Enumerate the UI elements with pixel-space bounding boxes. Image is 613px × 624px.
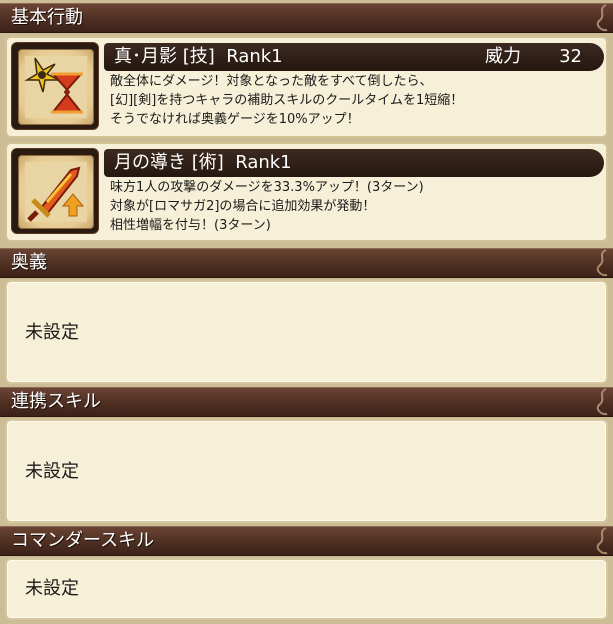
section-header-commander: コマンダースキル [0,526,613,556]
skill-description: 敵全体にダメージ！対象となった敵をすべて倒したら、 [幻][剣]を持つキャラの補… [110,72,600,129]
power-label: 威力 [485,46,521,67]
scroll-curl-icon [596,4,608,32]
skill-card-tsukikage[interactable]: 真･月影 [技] Rank1 威力 32 敵全体にダメージ！対象となった敵をすべ… [5,36,608,138]
shuriken-hourglass-icon [24,56,87,118]
section-title: 奥義 [11,252,47,273]
unset-label: 未設定 [25,322,79,343]
description-line: 敵全体にダメージ！対象となった敵をすべて倒したら、 [110,74,433,89]
description-line: 味方1人の攻撃のダメージを33.3%アップ！(3ターン) [110,180,424,195]
renkei-panel[interactable]: 未設定 [5,419,608,523]
skill-name: 月の導き [術] Rank1 [114,152,292,173]
unset-label: 未設定 [25,461,79,482]
skill-name: 真･月影 [技] Rank1 [114,46,283,67]
skill-description: 味方1人の攻撃のダメージを33.3%アップ！(3ターン) 対象が[ロマサガ2]の… [110,178,600,235]
scroll-curl-icon [596,388,608,416]
scroll-curl-icon [596,249,608,277]
section-header-renkei: 連携スキル [0,387,613,417]
section-header-basic: 基本行動 [0,3,613,33]
description-line: 相性増幅を付与！(3ターン) [110,218,271,233]
commander-panel[interactable]: 未設定 [5,558,608,620]
description-line: [幻][剣]を持つキャラの補助スキルのクールタイムを1短縮！ [110,93,464,108]
power-value: 32 [559,46,582,67]
skill-name-bar: 真･月影 [技] Rank1 威力 32 [104,43,604,71]
description-line: 対象が[ロマサガ2]の場合に追加効果が発動！ [110,199,376,214]
description-line: そうでなければ奥義ゲージを10%アップ！ [110,112,360,127]
skill-icon-frame [11,148,99,234]
unset-label: 未設定 [25,578,79,599]
skill-card-tsuki-no-michibiki[interactable]: 月の導き [術] Rank1 味方1人の攻撃のダメージを33.3%アップ！(3タ… [5,142,608,242]
section-header-ougi: 奥義 [0,248,613,278]
ougi-panel[interactable]: 未設定 [5,280,608,384]
skill-icon-frame [11,42,99,130]
flaming-sword-icon [25,162,87,222]
section-title: 連携スキル [11,391,101,412]
section-title: コマンダースキル [11,530,155,551]
scroll-curl-icon [596,527,608,555]
skill-name-bar: 月の導き [術] Rank1 [104,149,604,177]
section-title: 基本行動 [11,7,83,28]
